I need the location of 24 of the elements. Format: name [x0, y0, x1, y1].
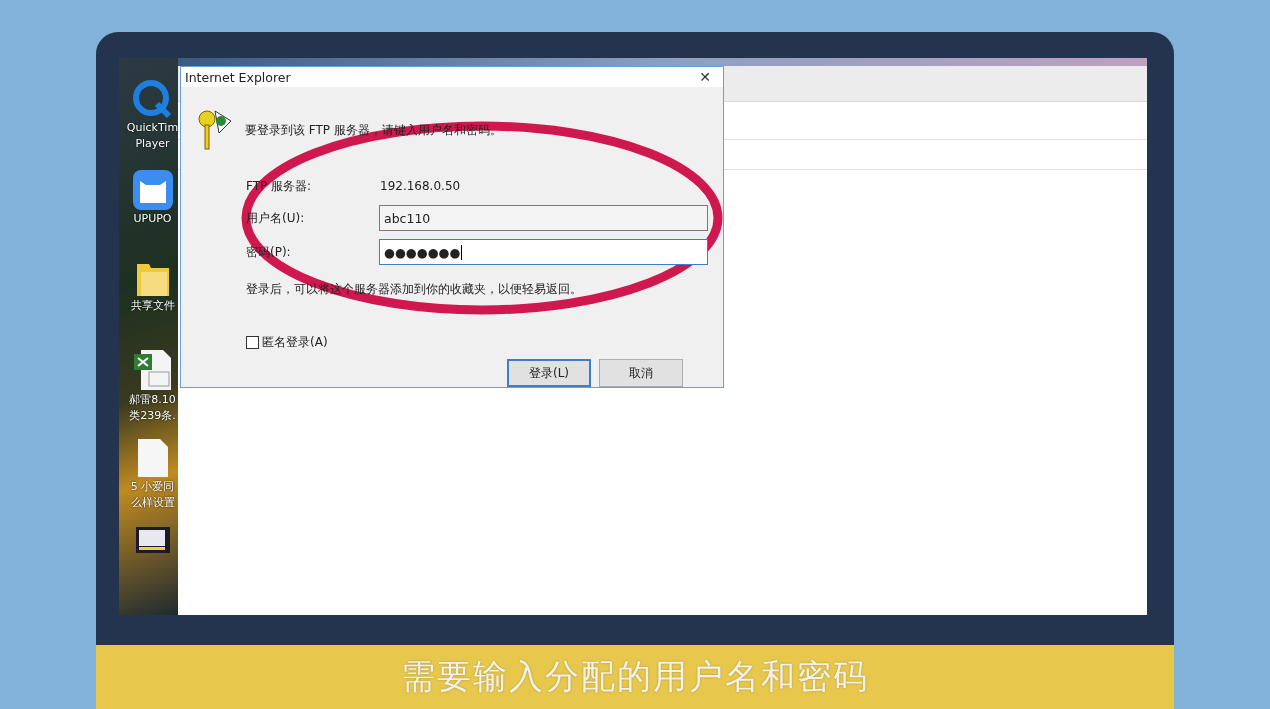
- input-field[interactable]: ●●●●●●●: [379, 239, 708, 265]
- icon-label: UPUPO: [133, 211, 172, 228]
- anonymous-checkbox[interactable]: 匿名登录(A): [246, 334, 705, 351]
- dialog-title: Internet Explorer: [185, 69, 291, 85]
- icon-label: 郝雷8.10: [129, 391, 176, 408]
- icon-label: QuickTim: [126, 120, 178, 136]
- icon-label: Player: [135, 136, 170, 152]
- input-field[interactable]: abc110: [379, 205, 708, 231]
- cat-app-icon[interactable]: [131, 169, 174, 212]
- video-thumbnail-icon[interactable]: [134, 525, 171, 556]
- quicktime-icon[interactable]: [132, 80, 173, 120]
- dialog-button[interactable]: 登录(L): [507, 359, 591, 387]
- dialog-button[interactable]: 取消: [599, 359, 683, 387]
- spreadsheet-icon[interactable]: [132, 347, 173, 392]
- close-button[interactable]: ✕: [695, 69, 715, 85]
- server-address: 192.168.0.50: [379, 178, 462, 195]
- subtitle: 需要输入分配的用户名和密码: [401, 655, 869, 698]
- icon-label: 共享文件: [130, 298, 175, 315]
- field-label: 密码(P):: [246, 243, 292, 261]
- icon-label: 5 小爱同: [130, 478, 175, 495]
- file-icon[interactable]: [135, 436, 170, 479]
- icon-label: 么样设置: [130, 494, 175, 511]
- icon-label: 类239条.: [129, 407, 176, 424]
- key-globe-icon: [197, 107, 233, 153]
